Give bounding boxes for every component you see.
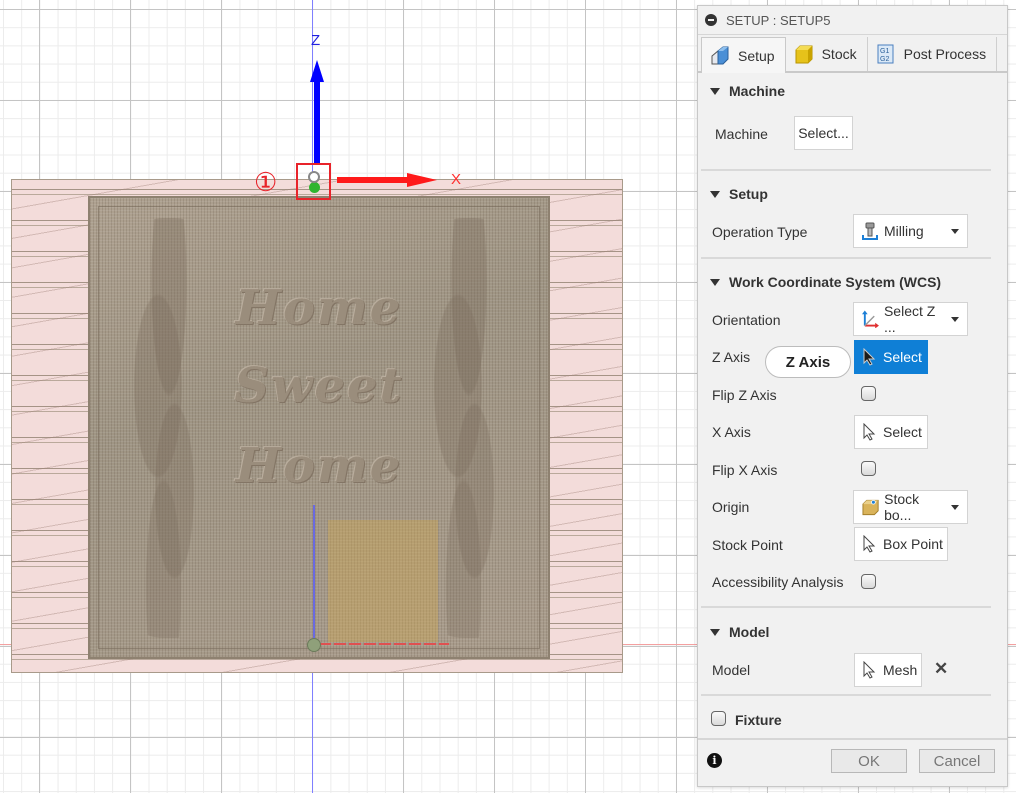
model-value: Mesh <box>883 662 918 678</box>
mesh-model-plaque[interactable]: Home Sweet Home <box>88 196 550 659</box>
section-machine-title: Machine <box>729 83 786 99</box>
model-select-button[interactable]: Mesh <box>854 653 922 687</box>
collapse-triangle-icon <box>710 190 720 198</box>
fixture-label: Fixture <box>735 712 782 728</box>
local-x-axis-line <box>319 643 449 645</box>
z-axis-select-button[interactable]: Select <box>854 340 928 374</box>
z-axis-arrow[interactable] <box>310 60 324 165</box>
accessibility-analysis-checkbox[interactable] <box>861 574 876 589</box>
tab-post-process-label: Post Process <box>903 46 987 62</box>
tab-setup-label: Setup <box>738 47 775 64</box>
orientation-label: Orientation <box>712 312 781 328</box>
dialog-title: SETUP : SETUP5 <box>726 12 831 28</box>
setup-cube-icon <box>711 46 729 64</box>
svg-text:G2: G2 <box>880 56 889 63</box>
orientation-value: Select Z ... <box>883 303 936 335</box>
collapse-triangle-icon <box>710 628 720 636</box>
milling-tool-icon <box>862 222 878 240</box>
z-axis-label: Z <box>311 32 321 49</box>
origin-value: Stock bo... <box>884 491 920 523</box>
dialog-footer: i OK Cancel <box>698 738 1007 786</box>
svg-text:G1: G1 <box>880 48 889 55</box>
cursor-arrow-icon <box>863 661 876 679</box>
cursor-arrow-icon <box>863 423 876 441</box>
flip-x-axis-label: Flip X Axis <box>712 462 778 478</box>
section-model-header[interactable]: Model <box>710 624 769 640</box>
section-divider <box>701 694 991 696</box>
collapse-dialog-icon[interactable] <box>705 14 717 26</box>
origin-point-green[interactable] <box>309 182 320 193</box>
origin-point-ring[interactable] <box>308 171 320 183</box>
dialog-title-bar: SETUP : SETUP5 <box>698 6 1007 35</box>
relief-text-line-3: Home <box>235 438 403 494</box>
clear-model-selection-icon[interactable]: ✕ <box>934 659 948 679</box>
fixture-checkbox[interactable] <box>711 711 726 726</box>
ok-button[interactable]: OK <box>831 749 907 773</box>
dropdown-caret-icon <box>951 228 959 234</box>
stock-box-icon <box>795 45 813 64</box>
origin-label: Origin <box>712 499 750 515</box>
x-axis-label-text: X Axis <box>712 424 751 440</box>
section-divider <box>701 606 991 608</box>
section-setup-header[interactable]: Setup <box>710 186 768 202</box>
stock-origin-marker[interactable] <box>307 638 321 652</box>
step-marker-annotation: ① <box>254 167 278 197</box>
tab-setup[interactable]: Setup <box>701 37 786 73</box>
dialog-tabs: Setup Stock G1 G2 Post Process <box>698 35 1007 73</box>
cancel-button[interactable]: Cancel <box>919 749 995 773</box>
x-axis-arrow[interactable] <box>337 173 437 187</box>
stock-body[interactable]: Home Sweet Home <box>11 179 623 673</box>
collapse-triangle-icon <box>710 278 720 286</box>
model-label: Model <box>712 662 751 678</box>
g1-g2-icon: G1 G2 <box>877 44 894 64</box>
section-wcs-header[interactable]: Work Coordinate System (WCS) <box>710 274 941 290</box>
highlighted-selection-region <box>328 520 438 642</box>
dropdown-caret-icon <box>951 504 959 510</box>
section-machine-header[interactable]: Machine <box>710 83 785 99</box>
operation-type-label: Operation Type <box>712 224 808 240</box>
x-axis-select-label: Select <box>883 424 922 440</box>
origin-dropdown[interactable]: Stock bo... <box>853 490 968 524</box>
collapse-triangle-icon <box>710 87 720 95</box>
tab-stock-label: Stock <box>821 46 857 62</box>
stock-point-label: Stock Point <box>712 537 783 553</box>
x-axis-label: X <box>451 171 462 188</box>
operation-type-value: Milling <box>884 223 924 239</box>
cursor-arrow-icon <box>863 348 876 366</box>
machine-label: Machine <box>715 126 768 142</box>
stock-point-value: Box Point <box>883 536 943 552</box>
setup-dialog: SETUP : SETUP5 Setup Stock G1 G2 Post Pr… <box>697 5 1008 787</box>
operation-type-dropdown[interactable]: Milling <box>853 214 968 248</box>
orientation-axes-icon <box>862 310 879 328</box>
info-icon[interactable]: i <box>707 753 722 768</box>
section-setup-title: Setup <box>729 186 768 202</box>
accessibility-analysis-label: Accessibility Analysis <box>712 574 844 590</box>
z-axis-label-text: Z Axis <box>712 349 751 365</box>
machine-select-button[interactable]: Select... <box>794 116 853 150</box>
orientation-dropdown[interactable]: Select Z ... <box>853 302 968 336</box>
tab-stock[interactable]: Stock <box>786 37 868 71</box>
section-model-title: Model <box>729 624 770 640</box>
z-axis-select-label: Select <box>883 349 922 365</box>
dropdown-caret-icon <box>951 316 959 322</box>
flip-z-axis-label: Flip Z Axis <box>712 387 777 403</box>
section-divider <box>701 257 991 259</box>
section-wcs-title: Work Coordinate System (WCS) <box>729 274 942 290</box>
z-axis-tooltip: Z Axis <box>765 346 851 378</box>
relief-text-line-2: Sweet <box>234 358 404 414</box>
relief-text-line-1: Home <box>235 280 403 336</box>
stock-box-origin-icon <box>862 499 879 516</box>
stock-point-select-button[interactable]: Box Point <box>854 527 948 561</box>
flip-z-axis-checkbox[interactable] <box>861 386 876 401</box>
x-axis-select-button[interactable]: Select <box>854 415 928 449</box>
flip-x-axis-checkbox[interactable] <box>861 461 876 476</box>
cursor-arrow-icon <box>863 535 876 553</box>
section-divider <box>701 169 991 171</box>
tab-post-process[interactable]: G1 G2 Post Process <box>868 37 998 71</box>
local-z-axis-line <box>313 505 315 640</box>
